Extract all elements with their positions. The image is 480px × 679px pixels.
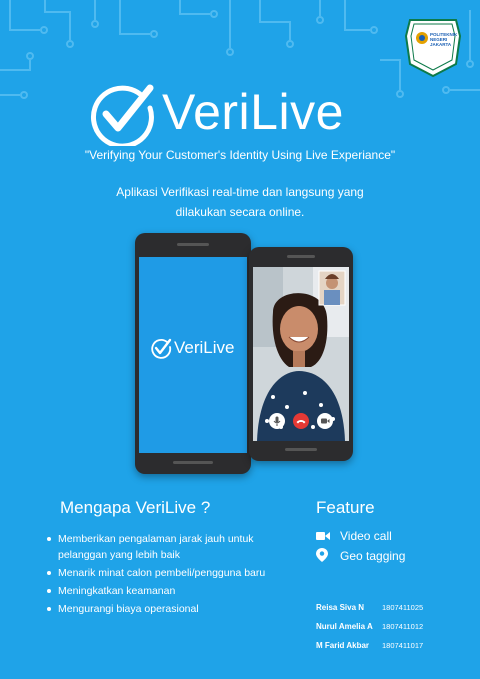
app-description: Aplikasi Verifikasi real-time dan langsu… (116, 185, 364, 219)
list-item: Memberikan pengalaman jarak jauh untuk p… (46, 531, 276, 563)
brand-name: VeriLive (162, 84, 344, 140)
phone-hangup-icon (296, 420, 306, 424)
feature-heading: Feature (316, 498, 375, 517)
list-item: Mengurangi biaya operasional (46, 601, 276, 617)
splash-brand-name: VeriLive (174, 338, 235, 357)
mute-button[interactable] (269, 413, 285, 429)
phone-bottom-bar (285, 448, 317, 451)
member-name: Nurul Amelia A (316, 622, 373, 631)
svg-text:JAKARTA: JAKARTA (430, 42, 452, 47)
phone-speaker (287, 255, 315, 258)
camera-toggle-button[interactable] (317, 413, 333, 429)
phone-bottom-bar (173, 461, 213, 464)
tagline: "Verifying Your Customer's Identity Usin… (84, 148, 396, 162)
splash-logo: VeriLive (150, 335, 250, 365)
microphone-icon (273, 416, 281, 426)
map-pin-icon (316, 548, 328, 562)
why-heading: Mengapa VeriLive ? (60, 498, 211, 517)
team-member: Nurul Amelia A 1807411012 (316, 622, 423, 631)
video-call-screen (253, 267, 349, 441)
brand-header: VeriLive (88, 80, 388, 146)
member-nim: 1807411017 (382, 641, 424, 650)
team-member: Reisa Siva N 1807411025 (316, 603, 423, 612)
phone-mockup-video-call (249, 247, 353, 461)
video-camera-icon (321, 418, 330, 424)
splash-screen: VeriLive (139, 257, 247, 453)
member-name: Reisa Siva N (316, 603, 365, 612)
member-nim: 1807411012 (382, 622, 424, 631)
list-item: Menarik minat calon pembeli/pengguna bar… (46, 565, 276, 581)
end-call-button[interactable] (293, 413, 309, 429)
team-member: M Farid Akbar 1807411017 (316, 641, 423, 650)
institution-logo: POLITEKNIK NEGERI JAKARTA (404, 19, 462, 78)
video-camera-icon (316, 532, 330, 540)
feature-label: Video call (340, 529, 392, 543)
phone-speaker (177, 243, 209, 246)
member-nim: 1807411025 (382, 603, 424, 612)
feature-label: Geo tagging (340, 549, 406, 563)
check-circle-icon (91, 84, 154, 146)
why-list: Memberikan pengalaman jarak jauh untuk p… (46, 531, 276, 619)
check-circle-icon (151, 338, 172, 359)
phone-mockup-splash: VeriLive (135, 233, 251, 474)
list-item: Meningkatkan keamanan (46, 583, 276, 599)
member-name: M Farid Akbar (316, 641, 370, 650)
